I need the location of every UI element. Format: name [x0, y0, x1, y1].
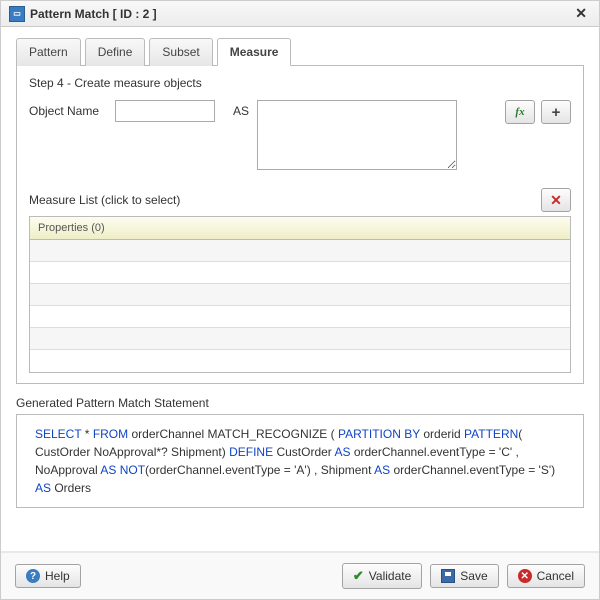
tab-body-measure: Step 4 - Create measure objects Object N…: [16, 66, 584, 384]
dialog: ▭ Pattern Match [ ID : 2 ] ✕ Pattern Def…: [0, 0, 600, 600]
dialog-title: Pattern Match [ ID : 2 ]: [30, 7, 157, 21]
expression-builder-button[interactable]: fx: [505, 100, 535, 124]
step-title: Step 4 - Create measure objects: [29, 76, 571, 90]
check-icon: ✔: [353, 568, 364, 584]
tab-measure[interactable]: Measure: [217, 38, 292, 66]
titlebar: ▭ Pattern Match [ ID : 2 ] ✕: [1, 1, 599, 27]
save-label: Save: [460, 569, 487, 583]
close-icon[interactable]: ✕: [571, 5, 591, 22]
cancel-icon: ✕: [518, 569, 532, 583]
measure-list-header: Measure List (click to select) ✕: [29, 188, 571, 212]
object-name-input[interactable]: [115, 100, 215, 122]
as-label: AS: [233, 100, 249, 118]
help-label: Help: [45, 569, 70, 583]
table-row[interactable]: [30, 262, 570, 284]
content-area: Pattern Define Subset Measure Step 4 - C…: [1, 27, 599, 384]
table-row[interactable]: [30, 240, 570, 262]
save-icon: [441, 569, 455, 583]
object-form-row: Object Name AS fx +: [29, 100, 571, 170]
footer: ? Help ✔ Validate Save ✕ Cancel: [1, 551, 599, 599]
measure-list-label: Measure List (click to select): [29, 193, 180, 207]
as-textarea[interactable]: [257, 100, 457, 170]
plus-icon: +: [552, 104, 561, 121]
save-button[interactable]: Save: [430, 564, 498, 588]
table-row[interactable]: [30, 350, 570, 372]
table-row[interactable]: [30, 284, 570, 306]
generated-statement-box: SELECT * FROM orderChannel MATCH_RECOGNI…: [16, 414, 584, 508]
tab-subset[interactable]: Subset: [149, 38, 212, 66]
add-button[interactable]: +: [541, 100, 571, 124]
grid-column-header[interactable]: Properties (0): [30, 217, 570, 240]
delete-button[interactable]: ✕: [541, 188, 571, 212]
generated-statement-section: Generated Pattern Match Statement SELECT…: [16, 396, 584, 508]
tab-pattern[interactable]: Pattern: [16, 38, 81, 66]
table-row[interactable]: [30, 328, 570, 350]
tab-define[interactable]: Define: [85, 38, 146, 66]
properties-grid: Properties (0): [29, 216, 571, 373]
object-name-label: Object Name: [29, 100, 107, 118]
help-icon: ?: [26, 569, 40, 583]
cancel-label: Cancel: [537, 569, 574, 583]
tab-bar: Pattern Define Subset Measure: [16, 37, 584, 66]
table-row[interactable]: [30, 306, 570, 328]
validate-button[interactable]: ✔ Validate: [342, 563, 422, 589]
app-icon: ▭: [9, 6, 25, 22]
fx-icon: fx: [515, 106, 524, 118]
grid-body[interactable]: [30, 240, 570, 372]
x-icon: ✕: [550, 192, 562, 209]
help-button[interactable]: ? Help: [15, 564, 81, 588]
generated-statement-label: Generated Pattern Match Statement: [16, 396, 584, 410]
validate-label: Validate: [369, 569, 411, 583]
cancel-button[interactable]: ✕ Cancel: [507, 564, 585, 588]
